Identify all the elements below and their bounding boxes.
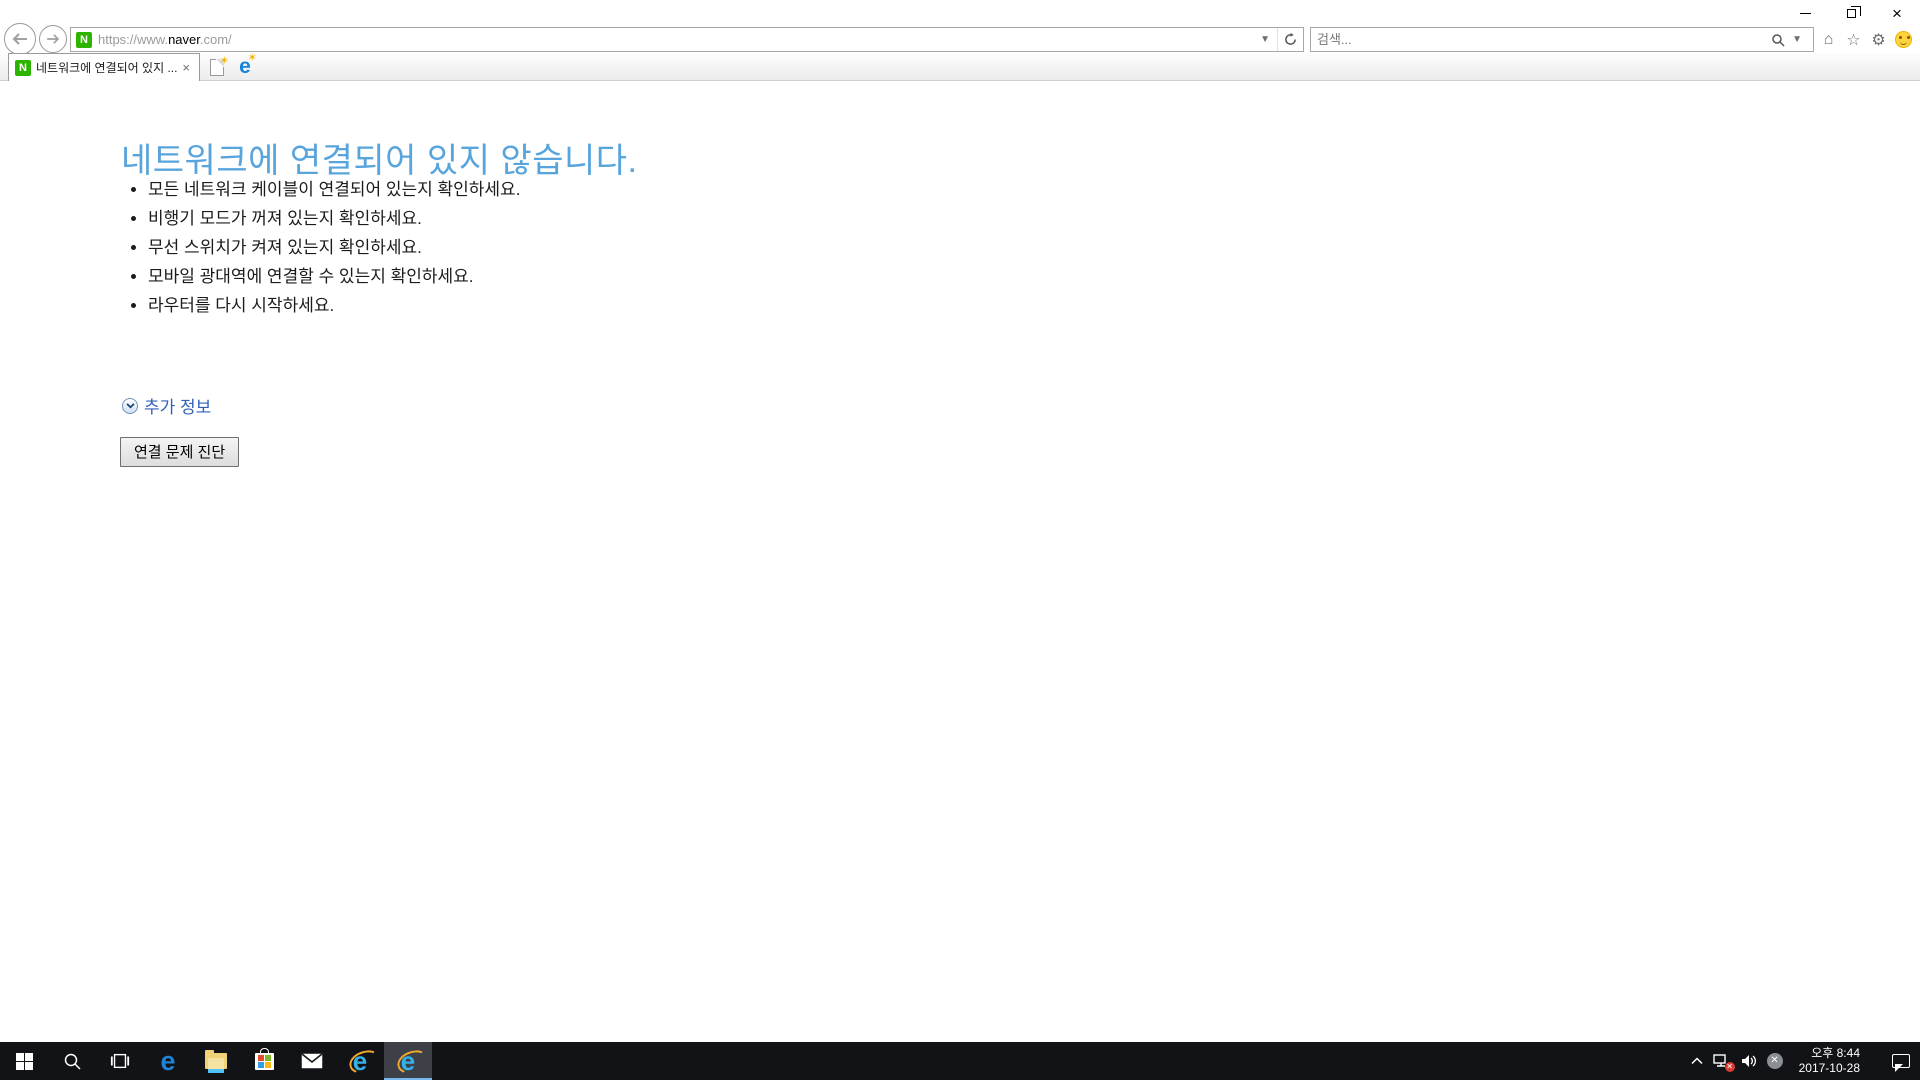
search-input[interactable]: [1311, 32, 1771, 47]
volume-icon[interactable]: [1741, 1054, 1757, 1068]
edge-icon: e✶: [239, 57, 251, 78]
back-button[interactable]: [4, 23, 36, 55]
more-info-link[interactable]: 추가 정보: [122, 393, 211, 418]
address-dropdown-button[interactable]: ▼: [1253, 34, 1277, 45]
favorites-star-icon[interactable]: ☆: [1843, 29, 1864, 50]
taskbar-store-button[interactable]: [240, 1042, 288, 1080]
tab-close-icon[interactable]: ×: [179, 60, 193, 75]
minimize-icon: [1800, 13, 1811, 14]
naver-favicon: N: [76, 32, 92, 48]
search-box[interactable]: ▼: [1310, 27, 1814, 52]
taskbar-search-button[interactable]: [48, 1042, 96, 1080]
title-bar: ×: [0, 0, 1920, 26]
refresh-button[interactable]: [1277, 28, 1303, 51]
restore-button[interactable]: [1828, 0, 1874, 26]
clock-time: 오후 8:44: [1811, 1046, 1860, 1060]
file-explorer-icon: [205, 1053, 227, 1069]
forward-arrow-icon: [46, 34, 60, 44]
list-item: 비행기 모드가 꺼져 있는지 확인하세요.: [148, 210, 520, 227]
taskbar-clock[interactable]: 오후 8:44 2017-10-28: [1793, 1046, 1866, 1076]
network-disconnected-icon[interactable]: ✕: [1713, 1054, 1731, 1069]
search-icon[interactable]: [1771, 33, 1785, 47]
tray-chevron-up-icon[interactable]: [1691, 1057, 1703, 1065]
task-view-button[interactable]: [96, 1042, 144, 1080]
list-item: 무선 스위치가 켜져 있는지 확인하세요.: [148, 239, 520, 256]
feedback-smiley-icon[interactable]: [1893, 29, 1914, 50]
back-arrow-icon: [12, 33, 28, 45]
home-icon[interactable]: ⌂: [1818, 29, 1839, 50]
clock-date: 2017-10-28: [1799, 1061, 1860, 1075]
list-item: 모든 네트워크 케이블이 연결되어 있는지 확인하세요.: [148, 181, 520, 198]
tab-network-error[interactable]: N 네트워크에 연결되어 있지 ... ×: [8, 53, 200, 81]
taskbar-internet-explorer-button[interactable]: e: [336, 1042, 384, 1080]
tools-gear-icon[interactable]: ⚙: [1868, 29, 1889, 50]
diagnose-connection-button[interactable]: 연결 문제 진단: [120, 437, 239, 467]
error-suggestion-list: 모든 네트워크 케이블이 연결되어 있는지 확인하세요. 비행기 모드가 꺼져 있…: [148, 181, 520, 326]
minimize-button[interactable]: [1782, 0, 1828, 26]
error-heading: 네트워크에 연결되어 있지 않습니다.: [121, 133, 637, 182]
mail-icon: [301, 1053, 323, 1069]
tab-favicon: N: [15, 60, 31, 76]
new-tab-page-icon: ✶: [210, 59, 224, 76]
taskbar-mail-button[interactable]: [288, 1042, 336, 1080]
navigation-bar: N https://www.naver.com/ ▼ ▼: [0, 26, 1920, 53]
search-dropdown-button[interactable]: ▼: [1785, 34, 1809, 45]
system-tray: ✕ ✕ 오후 8:44 2017-10-28: [1691, 1042, 1920, 1080]
close-button[interactable]: ×: [1874, 0, 1920, 26]
refresh-icon: [1284, 33, 1297, 46]
red-x-badge: ✕: [1725, 1062, 1735, 1072]
list-item: 라우터를 다시 시작하세요.: [148, 297, 520, 314]
task-view-icon: [110, 1053, 130, 1069]
search-icon: [63, 1052, 81, 1070]
taskbar: e e e ✕ ✕: [0, 1042, 1920, 1080]
taskbar-edge-button[interactable]: e: [144, 1042, 192, 1080]
tab-bar: N 네트워크에 연결되어 있지 ... × ✶ e✶: [0, 53, 1920, 81]
status-disconnected-icon[interactable]: ✕: [1767, 1053, 1783, 1069]
edge-icon: e: [160, 1051, 175, 1071]
open-edge-button[interactable]: e✶: [232, 55, 258, 80]
taskbar-file-explorer-button[interactable]: [192, 1042, 240, 1080]
new-tab-button[interactable]: ✶: [204, 55, 230, 80]
page-content: 네트워크에 연결되어 있지 않습니다. 모든 네트워크 케이블이 연결되어 있는…: [0, 81, 1920, 1042]
store-icon: [255, 1053, 274, 1070]
address-bar[interactable]: N https://www.naver.com/ ▼: [70, 27, 1304, 52]
taskbar-internet-explorer-active-button[interactable]: e: [384, 1042, 432, 1080]
forward-button[interactable]: [39, 25, 67, 53]
chevron-down-circle-icon: [122, 398, 138, 414]
url-text: https://www.naver.com/: [98, 32, 232, 47]
restore-icon: [1847, 9, 1856, 18]
tab-title: 네트워크에 연결되어 있지 ...: [36, 59, 179, 76]
action-center-icon[interactable]: [1892, 1054, 1910, 1068]
list-item: 모바일 광대역에 연결할 수 있는지 확인하세요.: [148, 268, 520, 285]
more-info-label: 추가 정보: [144, 393, 211, 418]
window-controls: ×: [1782, 0, 1920, 26]
internet-explorer-icon: e: [401, 1049, 415, 1073]
start-button[interactable]: [0, 1042, 48, 1080]
windows-logo-icon: [16, 1053, 33, 1070]
internet-explorer-icon: e: [353, 1049, 367, 1073]
command-bar: ⌂ ☆ ⚙: [1818, 29, 1914, 50]
